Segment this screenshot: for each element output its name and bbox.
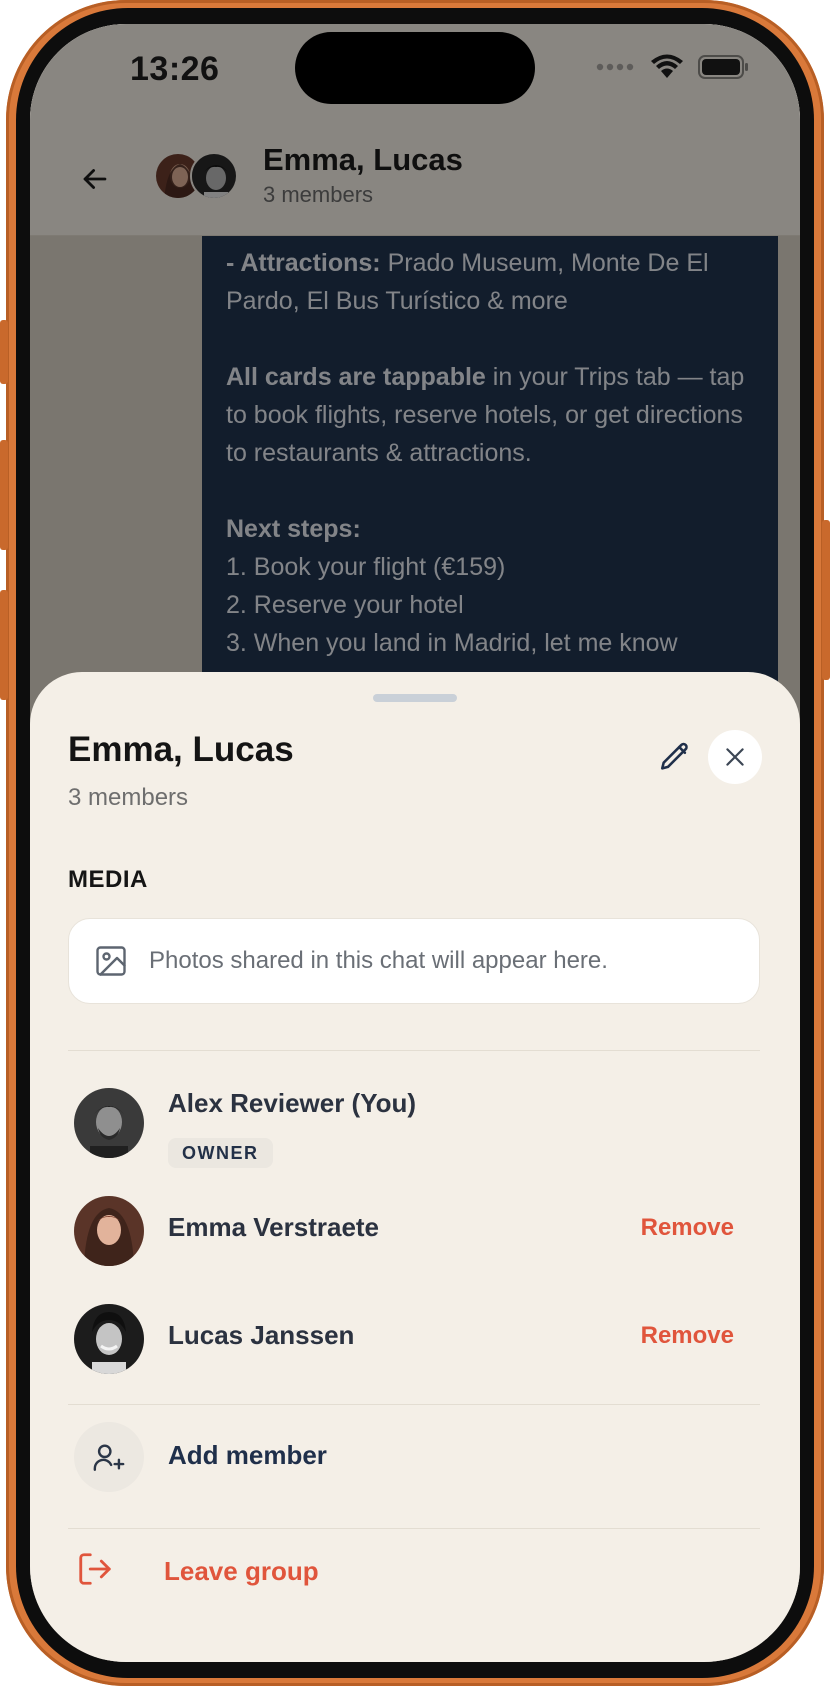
image-icon — [96, 946, 126, 976]
signal-dots-icon — [596, 63, 634, 71]
member-row: Alex Reviewer (You) OWNER — [68, 1084, 760, 1168]
sheet-grabber[interactable] — [373, 694, 457, 702]
mute-switch — [0, 320, 8, 384]
edit-name-button[interactable] — [650, 732, 700, 782]
dynamic-island — [295, 32, 535, 104]
divider — [68, 1404, 760, 1405]
user-plus-icon — [93, 1444, 125, 1471]
member-name: Alex Reviewer (You) — [168, 1088, 417, 1118]
leave-group-button[interactable]: Leave group — [68, 1542, 760, 1602]
member-name: Lucas Janssen — [168, 1320, 355, 1350]
leave-group-label: Leave group — [164, 1556, 319, 1586]
member-name: Emma Verstraete — [168, 1212, 380, 1242]
sheet-title: Emma, Lucas — [68, 730, 294, 769]
media-placeholder-text: Photos shared in this chat will appear h… — [149, 947, 608, 974]
avatar-emma — [74, 1196, 144, 1266]
remove-member-button[interactable]: Remove — [641, 1214, 734, 1242]
avatar-lucas — [74, 1304, 144, 1374]
volume-up-button — [0, 440, 8, 550]
divider — [68, 1050, 760, 1051]
close-icon — [726, 748, 744, 766]
media-section-label: MEDIA — [68, 866, 148, 893]
close-button[interactable] — [708, 730, 762, 784]
member-row: Emma Verstraete Remove — [68, 1192, 760, 1272]
leave-icon — [79, 1553, 111, 1585]
divider — [68, 1528, 760, 1529]
status-bar: 13:26 — [30, 24, 800, 144]
media-placeholder: Photos shared in this chat will appear h… — [68, 918, 760, 1004]
status-time: 13:26 — [130, 50, 220, 88]
owner-badge: OWNER — [168, 1138, 273, 1168]
status-icons — [596, 54, 750, 80]
member-row: Lucas Janssen Remove — [68, 1300, 760, 1380]
screen: Emma, Lucas 3 members - Attractions: Pra… — [30, 24, 800, 1662]
volume-down-button — [0, 590, 8, 700]
sheet-member-count: 3 members — [68, 784, 189, 811]
add-member-label: Add member — [168, 1440, 327, 1470]
add-member-button[interactable]: Add member — [68, 1416, 760, 1496]
power-button — [822, 520, 830, 680]
group-info-sheet: Emma, Lucas 3 members MEDIA Photos share… — [30, 672, 800, 1662]
remove-member-button[interactable]: Remove — [641, 1322, 734, 1350]
add-member-icon-wrap — [74, 1422, 144, 1492]
pencil-icon — [660, 742, 688, 770]
avatar-alex — [74, 1088, 144, 1158]
wifi-icon — [651, 54, 683, 78]
battery-icon — [698, 55, 748, 79]
